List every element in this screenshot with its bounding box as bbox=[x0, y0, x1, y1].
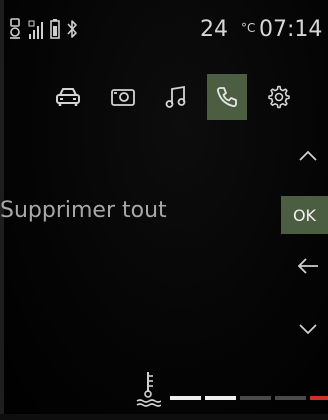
radio-icon bbox=[110, 85, 136, 109]
ok-button[interactable]: OK bbox=[281, 196, 328, 234]
coolant-gauge-segment bbox=[205, 396, 236, 400]
music-note-icon bbox=[164, 84, 188, 110]
temperature-unit: °C bbox=[241, 21, 256, 35]
coolant-gauge-segment bbox=[240, 396, 271, 400]
clock: 07:14 bbox=[259, 17, 323, 42]
coolant-gauge-segment bbox=[310, 396, 328, 400]
tab-media[interactable] bbox=[103, 74, 143, 120]
chevron-down-icon bbox=[297, 321, 319, 340]
bluetooth-icon bbox=[66, 18, 78, 40]
status-icons bbox=[8, 14, 78, 44]
car-icon bbox=[54, 85, 82, 109]
display-bottom-edge bbox=[0, 414, 328, 420]
phone-icon bbox=[215, 85, 239, 109]
menu-item-delete-all[interactable]: Supprimer tout bbox=[0, 198, 167, 223]
arrow-left-icon bbox=[296, 257, 320, 279]
key-fob-icon bbox=[8, 17, 22, 41]
phone-battery-icon bbox=[50, 18, 60, 40]
back-button[interactable] bbox=[288, 248, 328, 288]
chevron-up-icon bbox=[297, 148, 319, 167]
scroll-down-button[interactable] bbox=[288, 310, 328, 350]
tab-music[interactable] bbox=[156, 74, 196, 120]
tab-settings[interactable] bbox=[259, 74, 299, 120]
coolant-temperature-icon bbox=[135, 370, 162, 412]
coolant-gauge-segment bbox=[170, 396, 201, 400]
signal-strength-icon bbox=[28, 18, 44, 40]
scroll-up-button[interactable] bbox=[288, 137, 328, 177]
tab-car[interactable] bbox=[48, 74, 88, 120]
tab-phone[interactable] bbox=[207, 74, 247, 120]
gear-icon bbox=[267, 85, 291, 109]
tab-bar bbox=[0, 74, 328, 120]
outside-temperature: 24 bbox=[200, 17, 228, 42]
infotainment-screen: 24 °C 07:14 Supprimer tout OK bbox=[0, 0, 328, 420]
coolant-gauge-segment bbox=[275, 396, 306, 400]
